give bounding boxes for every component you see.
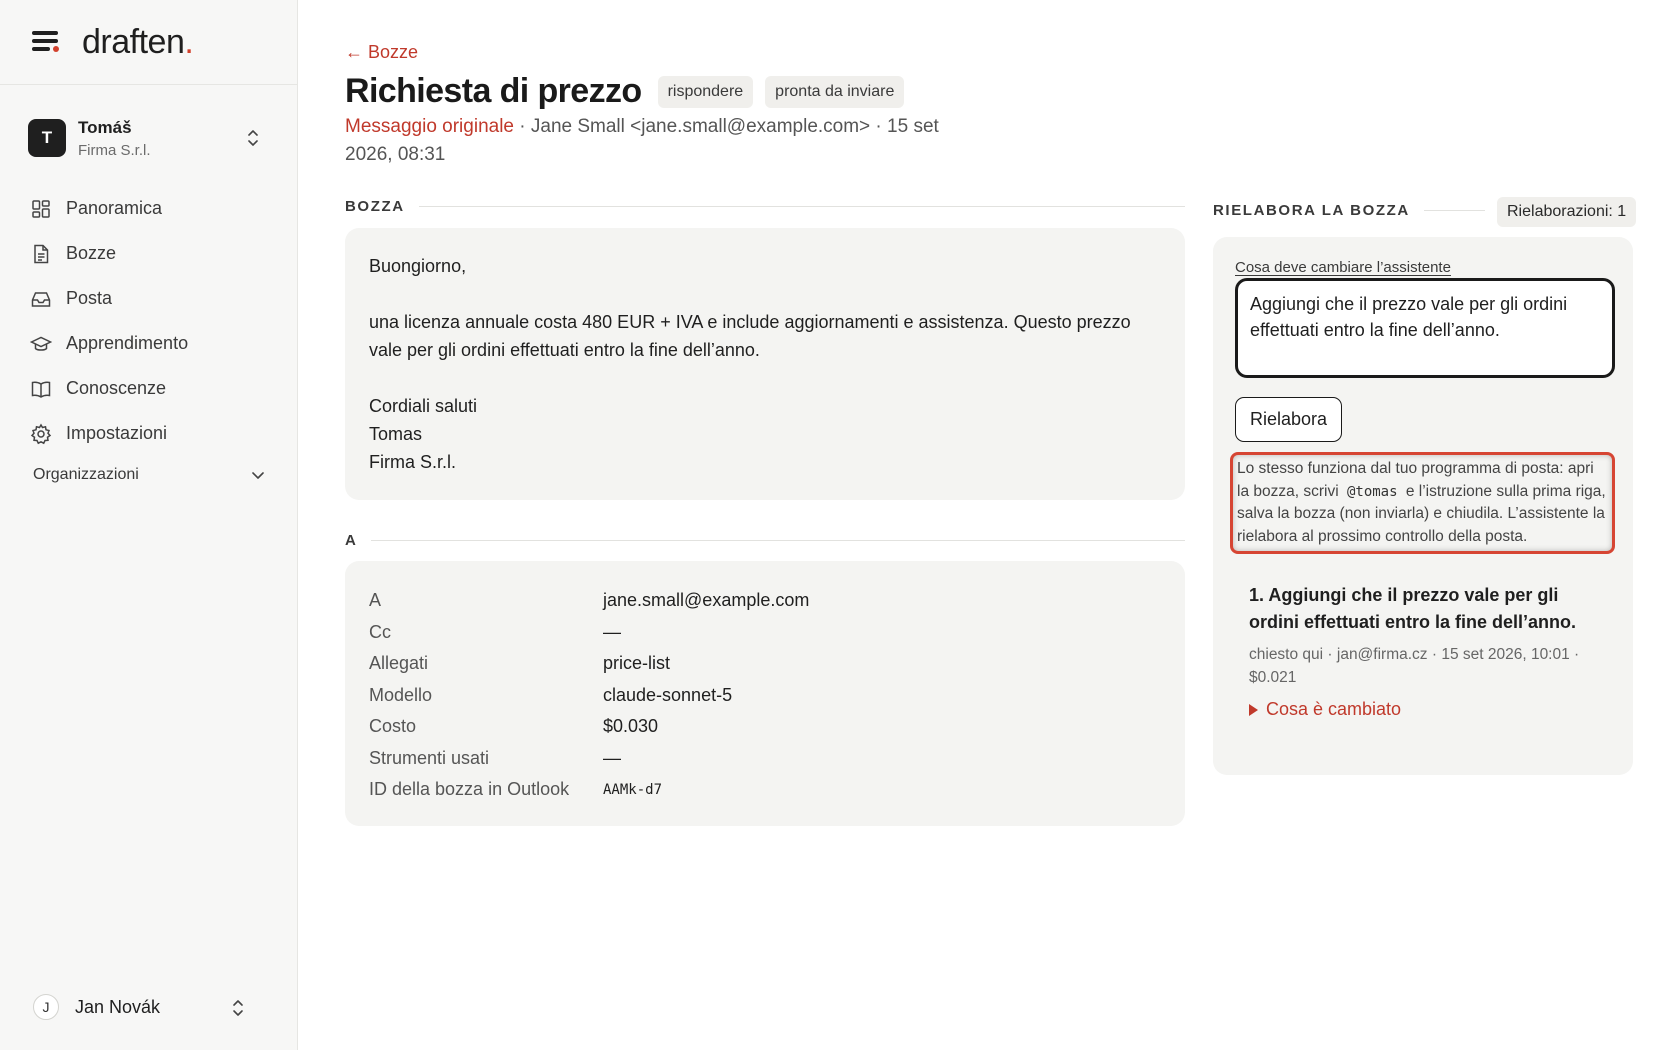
section-label: BOZZA (345, 198, 405, 215)
table-row: Cc — (369, 617, 1161, 649)
table-row: Costo $0.030 (369, 711, 1161, 743)
section-label: RIELABORA LA BOZZA (1213, 202, 1410, 219)
chevron-up-down-icon (233, 1000, 243, 1016)
title-row: Richiesta di prezzo rispondere pronta da… (345, 72, 905, 111)
draft-section-header: BOZZA (345, 198, 1185, 215)
detail-key: Cc (369, 621, 391, 642)
sidebar-nav: Panoramica Bozze Posta Apprendimento Con… (30, 186, 270, 456)
sidebar-item-apprendimento[interactable]: Apprendimento (30, 321, 270, 366)
detail-key: Allegati (369, 653, 429, 674)
draft-greeting: Buongiorno, (369, 256, 467, 276)
triangle-right-icon (1249, 703, 1258, 716)
sidebar-item-posta[interactable]: Posta (30, 276, 270, 321)
rework-button[interactable]: Rielabora (1235, 397, 1343, 442)
table-row: ID della bozza in Outlook AAMk-d7 (369, 774, 1161, 806)
history-item-meta: chiesto qui · jan@firma.cz · 15 set 2026… (1249, 646, 1580, 686)
rework-panel: Cosa deve cambiare l’assistente Aggiungi… (1213, 237, 1633, 775)
table-row: Allegati price-list (369, 648, 1161, 680)
chevron-up-down-icon (248, 130, 258, 146)
detail-key: Strumenti usati (369, 747, 490, 768)
sidebar-item-conoscenze[interactable]: Conoscenze (30, 366, 270, 411)
detail-value: AAMk-d7 (603, 781, 663, 798)
draft-paragraph: una licenza annuale costa 480 EUR + IVA … (369, 312, 1131, 360)
draft-closing: Cordiali saluti (369, 396, 478, 416)
detail-key: ID della bozza in Outlook (369, 779, 570, 800)
org-subtitle: Firma S.r.l. (78, 141, 151, 159)
org-avatar: T (28, 119, 66, 157)
sidebar-item-label: Apprendimento (66, 333, 189, 353)
section-label: A (345, 532, 358, 549)
draft-signature-name: Tomas (369, 424, 423, 444)
what-changed-label: Cosa è cambiato (1266, 699, 1402, 719)
sidebar-item-bozze[interactable]: Bozze (30, 231, 270, 276)
menu-icon[interactable] (32, 31, 60, 53)
divider (1423, 210, 1485, 211)
draft-body: Buongiorno, una licenza annuale costa 48… (345, 228, 1185, 500)
hint-code: @tomas (1346, 483, 1398, 500)
brand-logo[interactable]: draften. (82, 23, 194, 62)
rework-section-header: RIELABORA LA BOZZA (1213, 202, 1485, 219)
table-row: Strumenti usati — (369, 743, 1161, 775)
history-item-title: 1. Aggiungi che il prezzo vale per gli o… (1249, 585, 1577, 632)
detail-value: $0.030 (603, 716, 659, 737)
table-row: Modello claude-sonnet-5 (369, 680, 1161, 712)
organizations-section-label: Organizzazioni (33, 466, 139, 483)
rework-count-badge: Rielaborazioni: 1 (1497, 197, 1637, 227)
rework-history: 1. Aggiungi che il prezzo vale per gli o… (1235, 582, 1611, 720)
sidebar-item-label: Posta (66, 288, 113, 308)
rework-field-label: Cosa deve cambiare l’assistente (1235, 259, 1451, 276)
sidebar-item-label: Bozze (66, 243, 117, 263)
detail-value: price-list (603, 653, 671, 674)
original-message-link[interactable]: Messaggio originale (345, 116, 514, 137)
detail-key: Costo (369, 716, 417, 737)
back-link[interactable]: ← Bozze (345, 42, 418, 63)
org-name: Tomáš (78, 117, 132, 137)
sidebar-item-label: Impostazioni (66, 423, 168, 443)
message-meta: Messaggio originale · Jane Small <jane.s… (345, 113, 985, 169)
chevron-down-icon (252, 472, 264, 479)
what-changed-toggle[interactable]: Cosa è cambiato (1249, 699, 1611, 720)
sidebar-item-panoramica[interactable]: Panoramica (30, 186, 270, 231)
divider (418, 206, 1185, 207)
org-switcher[interactable]: T Tomáš Firma S.r.l. (28, 116, 270, 160)
brand-header: draften. (0, 0, 297, 85)
rework-hint: Lo stesso funziona dal tuo programma di … (1230, 452, 1615, 554)
detail-key: Modello (369, 684, 433, 705)
sidebar-item-label: Conoscenze (66, 378, 167, 398)
user-menu[interactable]: J Jan Novák (33, 991, 265, 1023)
divider (371, 540, 1185, 541)
detail-value: — (603, 747, 621, 768)
details-table: Ajane.small@example.com Cc — Allegati pric… (345, 561, 1185, 826)
graduation-cap-icon (30, 336, 52, 351)
sidebar-item-impostazioni[interactable]: Impostazioni (30, 411, 270, 456)
sidebar-item-label: Panoramica (66, 198, 163, 218)
avatar: J (33, 994, 59, 1020)
sidebar: draften. T Tomáš Firma S.r.l. Panoramica… (0, 0, 298, 1050)
main-content: ← Bozze Richiesta di prezzo rispondere p… (345, 0, 1645, 1050)
inbox-icon (31, 291, 51, 307)
details-section-header: A (345, 532, 1185, 549)
grid-icon (32, 199, 50, 218)
table-row: Ajane.small@example.com (369, 585, 1161, 617)
status-badge: rispondere (657, 75, 754, 108)
detail-value: — (603, 621, 621, 642)
page-title: Richiesta di prezzo (345, 72, 642, 110)
organizations-section-toggle[interactable]: Organizzazioni (33, 466, 265, 484)
detail-value: jane.small@example.com (603, 590, 810, 611)
detail-value: claude-sonnet-5 (603, 684, 733, 705)
document-icon (34, 244, 49, 263)
rework-instruction-input[interactable]: Aggiungi che il prezzo vale per gli ordi… (1235, 278, 1615, 378)
book-icon (31, 381, 51, 398)
draft-signature-company: Firma S.r.l. (369, 452, 457, 472)
detail-key: A (369, 590, 382, 611)
user-name: Jan Novák (75, 996, 161, 1017)
status-badge: pronta da inviare (765, 75, 905, 108)
gear-icon (30, 423, 52, 444)
